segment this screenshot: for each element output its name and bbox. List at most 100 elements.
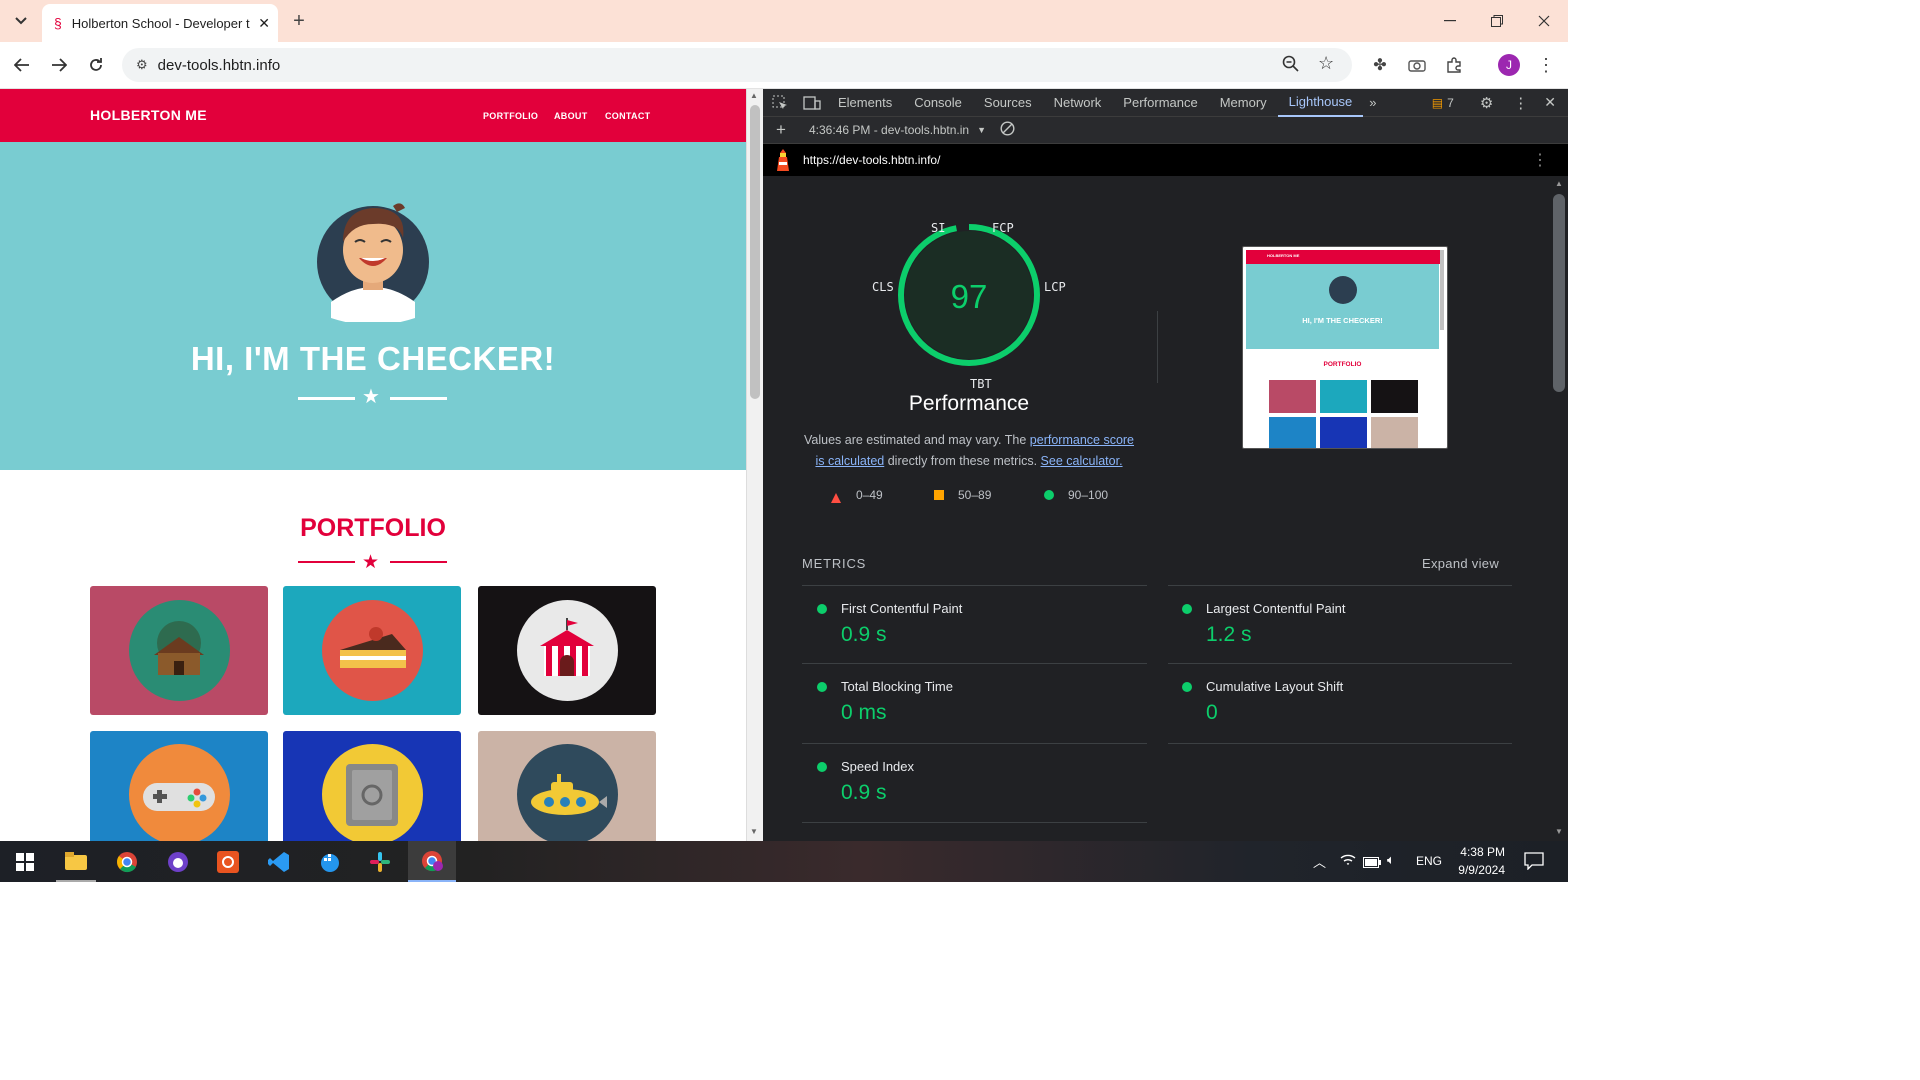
report-scroll-down-icon[interactable]: ▼ [1555,827,1563,836]
back-icon[interactable] [8,51,36,79]
docker-icon[interactable] [310,841,350,882]
circus-tent-icon [516,600,618,701]
portfolio-star-icon: ★ [362,552,380,573]
see-calculator-link[interactable]: See calculator. [1041,454,1123,468]
bookmark-star-icon[interactable]: ☆ [1318,53,1334,74]
minimize-icon[interactable] [1436,7,1464,35]
devtools-close-icon[interactable]: ✕ [1538,94,1568,111]
lighthouse-report-bar: + 4:36:46 PM - dev-tools.hbtn.in ▼ [763,117,1568,144]
extension-flower-icon[interactable]: ✤ [1366,51,1394,79]
portfolio-tile-submarine[interactable] [478,731,656,841]
report-url[interactable]: https://dev-tools.hbtn.info/ [803,153,940,167]
report-scrollbar-thumb[interactable] [1553,194,1565,392]
screenshot-camera-icon[interactable] [1403,51,1431,79]
tray-overflow-chevron-icon[interactable]: ︿ [1313,852,1326,871]
nav-contact-link[interactable]: CONTACT [605,111,650,121]
wifi-icon[interactable] [1340,853,1356,872]
expand-view-toggle[interactable]: Expand view [1422,556,1499,571]
window-close-icon[interactable] [1530,7,1558,35]
metric-fcp-value: 0.9 s [841,623,887,646]
metric-tbt-status-icon [817,682,827,692]
site-brand[interactable]: HOLBERTON ME [90,107,207,123]
report-select-dropdown-icon[interactable]: ▼ [977,125,986,135]
battery-icon[interactable] [1363,855,1381,873]
windows-start-icon[interactable] [5,841,45,882]
issues-count: 7 [1447,95,1454,110]
clock-time[interactable]: 4:38 PM [1457,845,1505,859]
nav-about-link[interactable]: ABOUT [554,111,588,121]
metric-si-status-icon [817,762,827,772]
reload-icon[interactable] [82,51,110,79]
page-scrollbar[interactable]: ▲ ▼ [746,89,763,841]
tab-search-chevron-icon[interactable] [7,7,35,35]
clear-reports-icon[interactable] [1000,121,1015,139]
lighthouse-report: 97 SI FCP LCP CLS TBT Performance Values… [763,176,1568,841]
vscode-icon[interactable] [259,841,299,882]
legend-fail-label: 0–49 [856,488,883,502]
inspect-element-icon[interactable] [763,95,797,111]
tab-memory[interactable]: Memory [1209,89,1278,117]
clock-date[interactable]: 9/9/2024 [1453,863,1505,877]
restore-icon[interactable] [1483,7,1511,35]
browser-menu-icon[interactable]: ⋮ [1532,51,1560,79]
browser-tab[interactable]: § Holberton School - Developer t ✕ [42,4,278,42]
report-scroll-up-icon[interactable]: ▲ [1555,179,1563,188]
portfolio-tile-safe[interactable] [283,731,461,841]
extensions-puzzle-icon[interactable] [1440,51,1468,79]
tab-console[interactable]: Console [903,89,973,117]
notifications-icon[interactable] [1524,852,1544,875]
profile-avatar[interactable]: J [1498,54,1520,76]
metric-fcp: First Contentful Paint 0.9 s [802,586,1147,664]
site-info-icon[interactable]: ⚙ [136,57,148,73]
new-report-plus-icon[interactable]: + [763,120,799,140]
volume-muted-icon[interactable]: 🔈︎ [1387,852,1395,868]
description-text-1: Values are estimated and may vary. The [803,433,1030,447]
metric-cls-status-icon [1182,682,1192,692]
tab-lighthouse[interactable]: Lighthouse [1277,89,1364,117]
ubuntu-icon[interactable] [208,841,248,882]
zoom-icon[interactable] [1282,55,1300,77]
more-tabs-chevron-icon[interactable]: » [1363,95,1382,110]
tab-performance[interactable]: Performance [1112,89,1208,117]
chrome-profile-icon[interactable] [408,841,456,882]
nav-portfolio-link[interactable]: PORTFOLIO [483,111,538,121]
devtools-tabbar: Elements Console Sources Network Perform… [763,89,1568,117]
tab-network[interactable]: Network [1043,89,1113,117]
tab-sources[interactable]: Sources [973,89,1043,117]
forward-icon[interactable] [45,51,73,79]
new-tab-icon[interactable]: + [285,7,313,35]
devtools-menu-icon[interactable]: ⋮ [1503,94,1538,112]
final-screenshot-thumbnail[interactable]: HOLBERTON ME HI, I'M THE CHECKER! PORTFO… [1242,246,1448,449]
github-desktop-icon[interactable] [158,841,198,882]
browser-title-bar: § Holberton School - Developer t ✕ + [0,0,1568,42]
report-select[interactable]: 4:36:46 PM - dev-tools.hbtn.in [809,123,969,137]
scroll-down-arrow-icon[interactable]: ▼ [750,827,758,836]
report-menu-icon[interactable]: ⋮ [1532,150,1568,170]
portfolio-tile-circus[interactable] [478,586,656,715]
safe-icon [321,744,423,841]
legend-average-label: 50–89 [958,488,992,502]
metric-fcp-status-icon [817,604,827,614]
portfolio-tile-cabin[interactable] [90,586,268,715]
language-indicator[interactable]: ENG [1416,854,1442,868]
tab-close-icon[interactable]: ✕ [258,15,270,32]
portfolio-tile-game[interactable] [90,731,268,841]
hero-star-icon: ★ [362,386,380,408]
gauge-label-si: SI [931,221,946,235]
scroll-up-arrow-icon[interactable]: ▲ [750,91,758,100]
portfolio-tile-cake[interactable] [283,586,461,715]
file-explorer-icon[interactable] [56,841,96,882]
device-toolbar-icon[interactable] [797,95,827,110]
metric-fcp-name: First Contentful Paint [841,601,963,616]
report-scrollbar[interactable]: ▲ ▼ [1550,176,1568,841]
metric-si: Speed Index 0.9 s [802,745,1147,823]
gauge-label-fcp: FCP [992,221,1014,235]
page-scrollbar-thumb[interactable] [750,105,760,399]
issues-counter[interactable]: ▤ 7 [1432,96,1470,110]
tab-elements[interactable]: Elements [827,89,903,117]
chrome-icon[interactable] [107,841,147,882]
address-bar[interactable]: ⚙ dev-tools.hbtn.info ☆ [122,48,1352,82]
devtools-settings-gear-icon[interactable]: ⚙ [1470,94,1503,112]
portfolio-title: PORTFOLIO [300,514,446,542]
slack-icon[interactable] [360,841,400,882]
